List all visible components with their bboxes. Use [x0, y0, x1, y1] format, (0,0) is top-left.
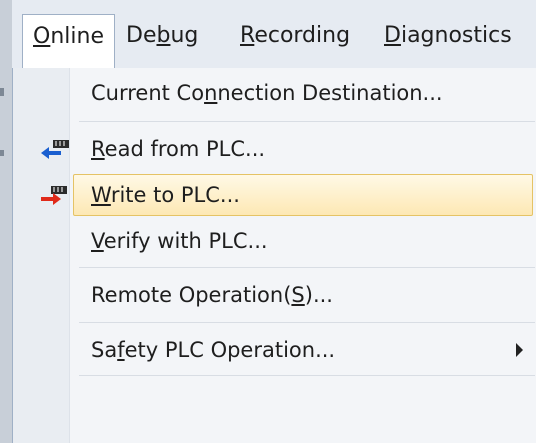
menu-item-verify-with-plc[interactable]: Verify with PLC... [13, 216, 536, 266]
menu-item-label: Current Connection Destination... [91, 81, 443, 105]
menu-recording-mnemonic: R [240, 23, 255, 48]
menu-debug-mnemonic: b [156, 23, 171, 48]
menu-item-remote-operation[interactable]: Remote Operation(S)... [13, 270, 536, 320]
menu-item-redundant-plc-operation[interactable] [13, 350, 536, 400]
menu-debug[interactable]: Debug [116, 14, 208, 66]
left-edge-panel [0, 0, 12, 443]
menu-item-write-to-plc[interactable]: Write to PLC... [13, 170, 536, 220]
menu-separator [79, 121, 535, 122]
edge-mark [0, 88, 4, 96]
menu-diagnostics[interactable]: Diagnostics [374, 14, 522, 66]
menu-diagnostics-mnemonic: D [384, 23, 401, 48]
read-from-plc-icon [41, 140, 69, 159]
menu-recording-label-post: ecording [254, 23, 351, 48]
menu-item-label: Remote Operation(S)... [91, 283, 333, 307]
menu-recording[interactable]: Recording [230, 14, 360, 66]
menu-diagnostics-label-post: iagnostics [400, 23, 512, 48]
menu-item-read-from-plc[interactable]: Read from PLC... [13, 124, 536, 174]
menu-online-mnemonic: O [33, 24, 51, 49]
menu-debug-label-post: ug [170, 23, 199, 48]
online-dropdown-menu: Current Connection Destination... Read f… [12, 68, 536, 443]
menu-debug-label-pre: De [126, 23, 157, 48]
write-to-plc-icon [41, 186, 67, 205]
edge-mark [0, 150, 4, 156]
menu-online-label-post: nline [50, 24, 104, 49]
menu-item-label: Read from PLC... [91, 137, 266, 161]
menu-online[interactable]: Online [22, 14, 115, 70]
menu-item-current-connection-destination[interactable]: Current Connection Destination... [13, 68, 536, 118]
menu-separator [79, 267, 535, 268]
menu-bar: Online Debug Recording Diagnostics [12, 0, 536, 70]
menu-separator [79, 322, 535, 323]
menu-item-label: Write to PLC... [91, 183, 240, 207]
menu-item-label: Verify with PLC... [91, 229, 268, 253]
